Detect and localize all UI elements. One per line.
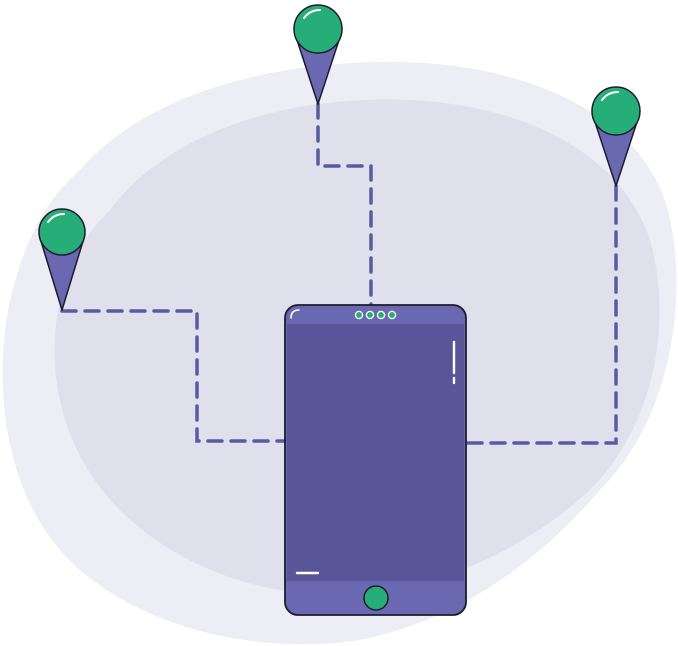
home-button-icon [363,585,389,611]
phone-location-illustration [2,4,677,645]
illustration-canvas [0,0,678,646]
smartphone-icon [284,304,467,616]
phone-screen [287,324,464,581]
